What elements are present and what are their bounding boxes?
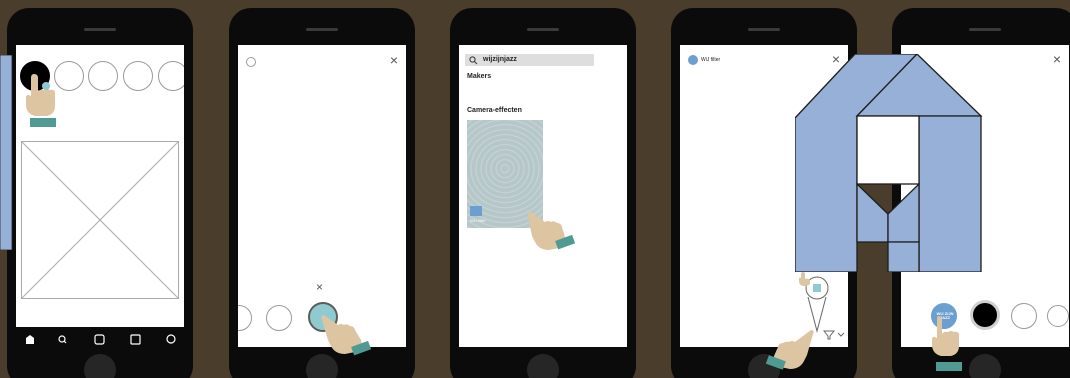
- home-icon[interactable]: [26, 335, 34, 344]
- story-circle[interactable]: [88, 61, 118, 91]
- effect-circle[interactable]: [266, 305, 292, 331]
- bottom-nav-icons: [26, 334, 176, 345]
- speaker: [969, 28, 1001, 31]
- search-input[interactable]: wijzijnjazz: [483, 56, 517, 63]
- phone-1: [7, 8, 193, 378]
- home-button[interactable]: [84, 354, 116, 378]
- camera-effects-heading: Camera-effecten: [467, 107, 522, 114]
- chevron-down-icon[interactable]: [837, 332, 845, 338]
- close-icon[interactable]: ×: [1053, 52, 1061, 66]
- activity-icon[interactable]: [130, 334, 141, 345]
- speaker: [748, 28, 780, 31]
- hand-pointer-icon: [527, 212, 576, 250]
- hand-pointer-icon: [321, 315, 372, 356]
- effect-circle[interactable]: [1011, 303, 1037, 329]
- hand-pointer-icon: [765, 330, 814, 370]
- makers-heading: Makers: [467, 73, 492, 80]
- story-circle[interactable]: [123, 61, 153, 91]
- effect-circle[interactable]: [1047, 305, 1069, 327]
- add-icon[interactable]: [94, 334, 105, 345]
- capture-button[interactable]: [970, 300, 1000, 330]
- hand-pointer-icon: [932, 316, 962, 371]
- home-button[interactable]: [969, 354, 1001, 378]
- storyboard: × × wijzijnjazz Makers Camera-effecten W…: [0, 0, 1070, 378]
- search-icon: [469, 56, 478, 65]
- hand-pointer-icon: [26, 74, 56, 127]
- logo-a-icon-fragment: [0, 55, 13, 250]
- speaker: [306, 28, 338, 31]
- speaker: [527, 28, 559, 31]
- speaker: [84, 28, 116, 31]
- settings-circle-icon[interactable]: [246, 57, 256, 67]
- filter-icon[interactable]: [823, 330, 835, 340]
- effect-card-badge: [470, 206, 482, 216]
- close-icon[interactable]: ×: [390, 53, 398, 67]
- home-button[interactable]: [527, 354, 559, 378]
- hand-pointer-icon-small: [799, 272, 810, 286]
- phone-3: wijzijnjazz Makers Camera-effecten WiJ f…: [450, 8, 636, 378]
- logo-a-icon: [795, 54, 983, 272]
- phone-2-screen: × ×: [238, 45, 406, 347]
- close-icon[interactable]: ×: [316, 281, 323, 293]
- image-placeholder: [21, 141, 179, 299]
- filter-avatar: [688, 55, 698, 65]
- effect-card-caption: WiJ filter: [470, 218, 486, 223]
- phone-3-screen: wijzijnjazz Makers Camera-effecten WiJ f…: [459, 45, 627, 347]
- effect-circle[interactable]: [238, 305, 252, 331]
- story-circle[interactable]: [158, 61, 184, 91]
- search-icon[interactable]: [58, 335, 67, 344]
- profile-icon[interactable]: [166, 334, 176, 344]
- filter-name: WiJ filter: [701, 57, 721, 63]
